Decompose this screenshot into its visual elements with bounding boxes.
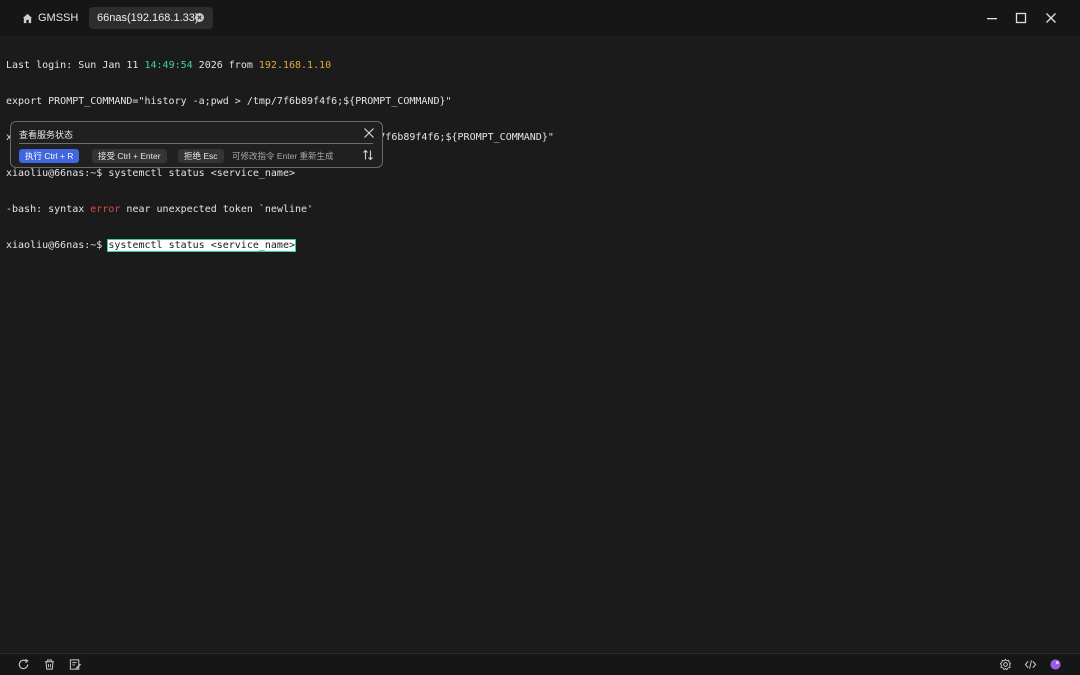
terminal-line: export PROMPT_COMMAND="history -a;pwd > … <box>6 96 452 107</box>
reject-button[interactable]: 拒绝 Esc <box>178 149 224 163</box>
home-icon <box>22 13 33 23</box>
login-text-middle: 2026 from <box>192 60 259 71</box>
run-button[interactable]: 执行 Ctrl + R <box>19 149 80 163</box>
maximize-icon <box>1015 12 1027 24</box>
query-underline <box>19 143 373 144</box>
terminal-line: Last login: Sun Jan 11 14:49:54 2026 fro… <box>6 60 554 72</box>
error-word: error <box>90 204 121 215</box>
settings-icon[interactable] <box>999 658 1012 671</box>
edit-icon[interactable] <box>69 658 82 671</box>
terminal-line: xiaoliu@66nas:~$ systemctl status <servi… <box>6 239 554 252</box>
tab-home[interactable]: GMSSH <box>14 7 86 29</box>
ai-command-popup: 查看服务状态 执行 Ctrl + R 接受 Ctrl + Enter 拒绝 Es… <box>10 121 383 168</box>
close-icon[interactable] <box>195 13 204 22</box>
error-prefix: -bash: syntax <box>6 204 91 215</box>
error-suffix: near unexpected token `newline' <box>120 204 314 215</box>
query-input[interactable]: 查看服务状态 <box>19 128 73 141</box>
title-bar: GMSSH 66nas(192.168.1.33) <box>0 0 1080 36</box>
status-bar <box>0 653 1080 675</box>
minimize-icon <box>987 18 997 20</box>
prompt: xiaoliu@66nas:~$ <box>6 240 109 251</box>
regenerate-hint: 可修改指令 Enter 重新生成 <box>232 151 334 161</box>
login-text: Last login: Sun Jan 11 <box>6 60 145 71</box>
ai-assistant-icon[interactable] <box>1049 658 1062 671</box>
terminal-line: xiaoliu@66nas:~$ systemctl status <servi… <box>6 168 295 179</box>
code-icon[interactable] <box>1024 658 1037 671</box>
maximize-button[interactable] <box>1011 8 1031 28</box>
tab-home-label: GMSSH <box>38 12 79 24</box>
terminal-window: GMSSH 66nas(192.168.1.33) Last login: Su… <box>0 0 1080 675</box>
suggested-command[interactable]: systemctl status <service_name> <box>107 239 296 252</box>
close-icon[interactable] <box>363 127 375 139</box>
tab-active-session[interactable]: 66nas(192.168.1.33) <box>89 7 213 29</box>
login-time: 14:49:54 <box>144 60 193 71</box>
window-close-button[interactable] <box>1041 8 1061 28</box>
sort-arrows-icon[interactable] <box>362 149 374 161</box>
refresh-icon[interactable] <box>17 658 30 671</box>
minimize-button[interactable] <box>982 8 1002 28</box>
terminal-line: -bash: syntax error near unexpected toke… <box>6 204 554 216</box>
trash-icon[interactable] <box>43 658 56 671</box>
login-ip: 192.168.1.10 <box>258 60 332 71</box>
window-close-icon <box>1046 13 1056 23</box>
tab-active-label: 66nas(192.168.1.33) <box>97 12 199 24</box>
accept-button[interactable]: 接受 Ctrl + Enter <box>92 149 167 163</box>
